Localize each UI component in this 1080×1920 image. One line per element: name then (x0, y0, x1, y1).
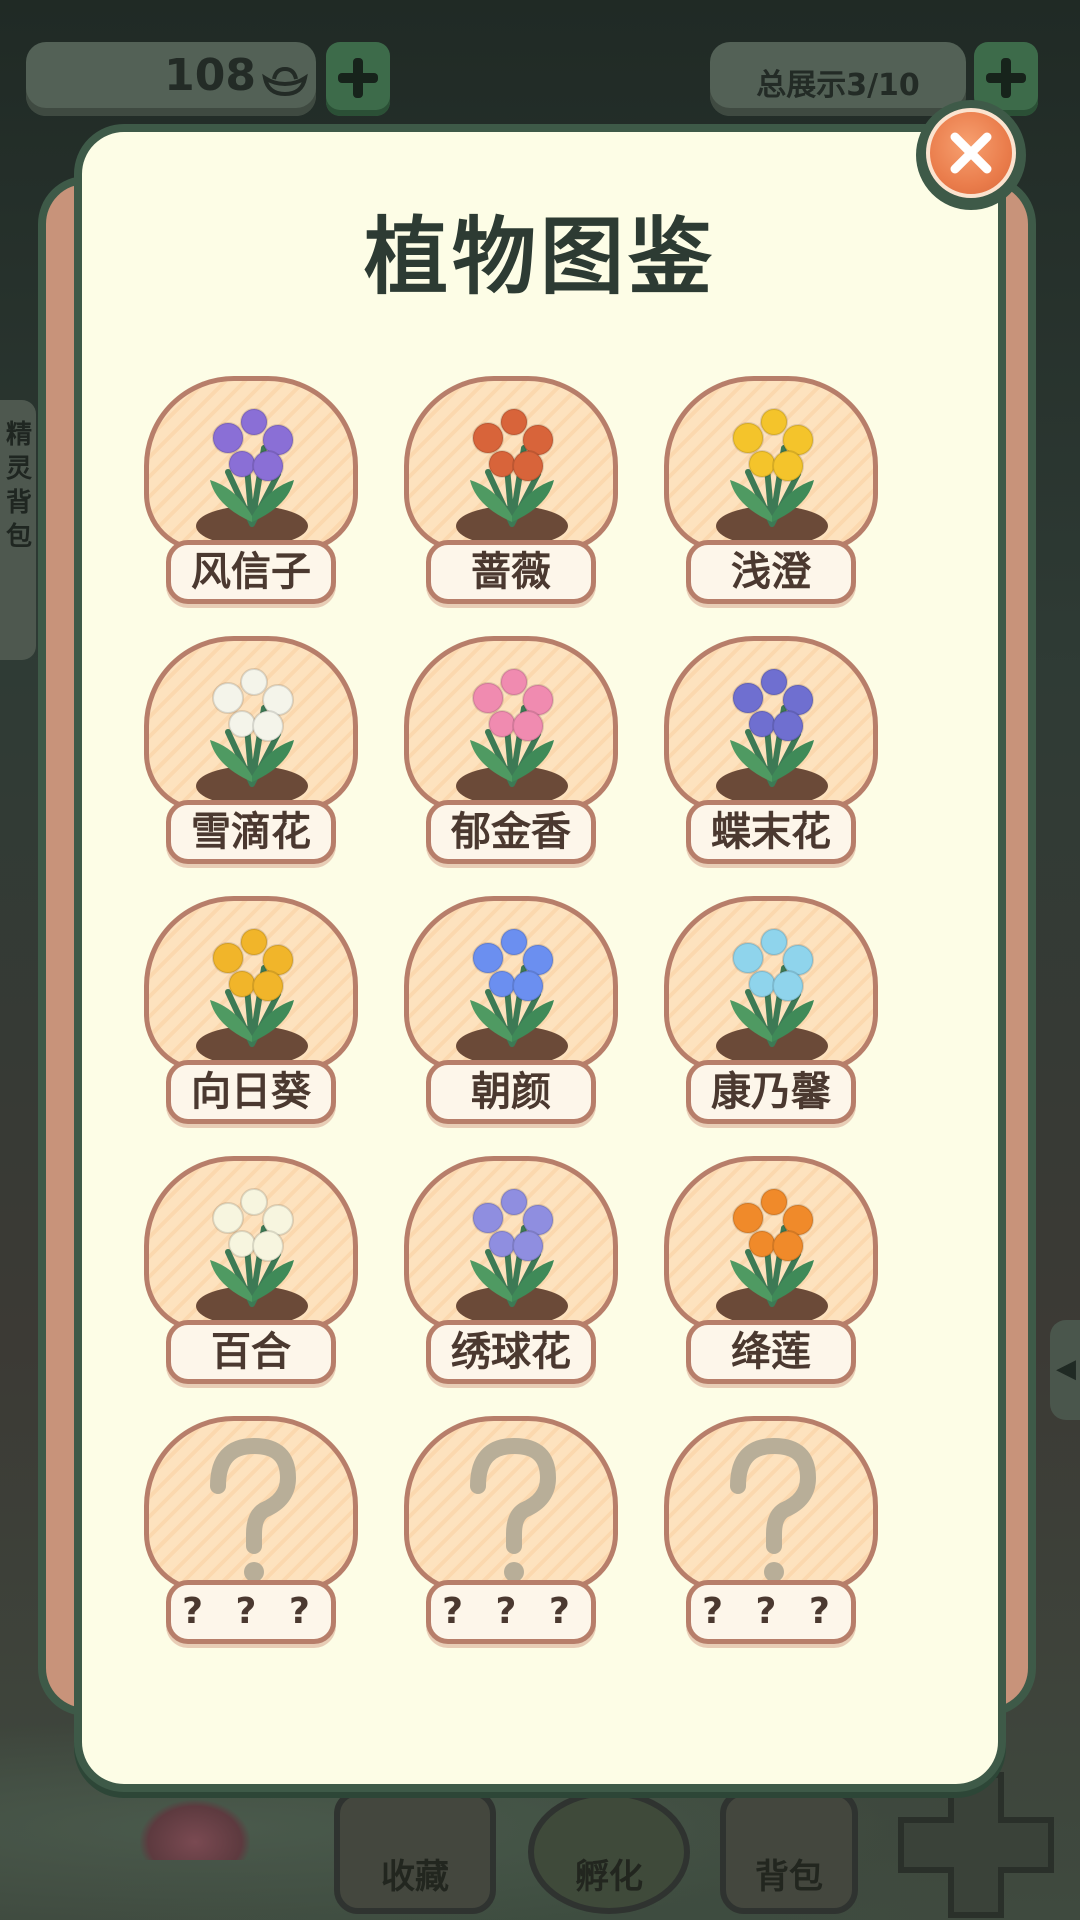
total-display-counter: 总展示3/10 (710, 42, 966, 116)
lily-icon (196, 1188, 308, 1326)
plant-name-label: 朝颜 (426, 1060, 596, 1124)
close-icon (950, 132, 992, 174)
morning-glory-icon (456, 928, 568, 1066)
plant-name-label: 郁金香 (426, 800, 596, 864)
yellow-flower-icon (716, 408, 828, 546)
nav-hatch-button[interactable]: 孵化 (528, 1790, 690, 1914)
modal-title: 植物图鉴 (363, 208, 716, 306)
plant-card[interactable]: 朝颜 (404, 896, 618, 1130)
hyacinth-icon (196, 408, 308, 546)
question-mark-icon (730, 1437, 817, 1582)
close-button[interactable] (916, 100, 1026, 210)
add-currency-button[interactable] (326, 42, 390, 116)
plant-card[interactable]: 风信子 (144, 376, 358, 610)
plant-name-label: 绛莲 (686, 1320, 856, 1384)
lotus-decoration (140, 1800, 250, 1860)
chevron-left-icon: ◀ (1056, 1354, 1076, 1384)
nav-hatch-label: 孵化 (575, 1857, 643, 1897)
currency-value: 108 (164, 50, 256, 101)
right-drawer-tab[interactable]: ◀ (1050, 1320, 1080, 1420)
plant-card[interactable]: 绛莲 (664, 1156, 878, 1390)
nav-bag-label: 背包 (755, 1857, 823, 1897)
carnation-icon (716, 928, 828, 1066)
plant-card[interactable]: 康乃馨 (664, 896, 878, 1130)
question-mark-icon (210, 1437, 297, 1582)
plant-name-label: 百合 (166, 1320, 336, 1384)
dpad-decoration-icon (898, 1772, 1054, 1918)
currency-display: 108 (26, 42, 316, 116)
plant-card[interactable]: ? ? ? (144, 1416, 358, 1650)
tulip-icon (456, 668, 568, 806)
rose-icon (456, 408, 568, 546)
plant-name-label: 向日葵 (166, 1060, 336, 1124)
iris-icon (716, 668, 828, 806)
question-mark-icon (470, 1437, 557, 1582)
orange-lotus-icon (716, 1188, 828, 1326)
plant-card[interactable]: 百合 (144, 1156, 358, 1390)
spirit-bag-side-tab[interactable]: 精灵背包 (0, 400, 36, 660)
plant-name-label: 蔷薇 (426, 540, 596, 604)
plant-card[interactable]: 浅澄 (664, 376, 878, 610)
plant-card[interactable]: 蝶末花 (664, 636, 878, 870)
plant-name-label: 绣球花 (426, 1320, 596, 1384)
plant-card[interactable]: 蔷薇 (404, 376, 618, 610)
plant-name-label: 康乃馨 (686, 1060, 856, 1124)
plant-name-label: 雪滴花 (166, 800, 336, 864)
plant-card[interactable]: 向日葵 (144, 896, 358, 1130)
plant-name-label: ? ? ? (166, 1580, 336, 1644)
plant-name-label: 风信子 (166, 540, 336, 604)
plant-name-label: 浅澄 (686, 540, 856, 604)
snowdrop-icon (196, 668, 308, 806)
side-tab-label: 精灵背包 (6, 420, 33, 552)
nav-collection-button[interactable]: 收藏 (334, 1790, 496, 1914)
plant-name-label: ? ? ? (686, 1580, 856, 1644)
plant-card[interactable]: ? ? ? (404, 1416, 618, 1650)
plant-card[interactable]: 雪滴花 (144, 636, 358, 870)
nav-collection-label: 收藏 (381, 1857, 449, 1897)
gold-ingot-icon (262, 66, 308, 97)
sunflower-icon (196, 928, 308, 1066)
plant-name-label: ? ? ? (426, 1580, 596, 1644)
plant-name-label: 蝶末花 (686, 800, 856, 864)
plus-icon (338, 58, 378, 98)
plant-card[interactable]: 绣球花 (404, 1156, 618, 1390)
plant-card[interactable]: 郁金香 (404, 636, 618, 870)
close-button-face (926, 108, 1016, 198)
plus-icon (986, 58, 1026, 98)
total-display-text: 总展示3/10 (756, 68, 920, 103)
hydrangea-icon (456, 1188, 568, 1326)
plant-card[interactable]: ? ? ? (664, 1416, 878, 1650)
nav-bag-button[interactable]: 背包 (720, 1790, 858, 1914)
